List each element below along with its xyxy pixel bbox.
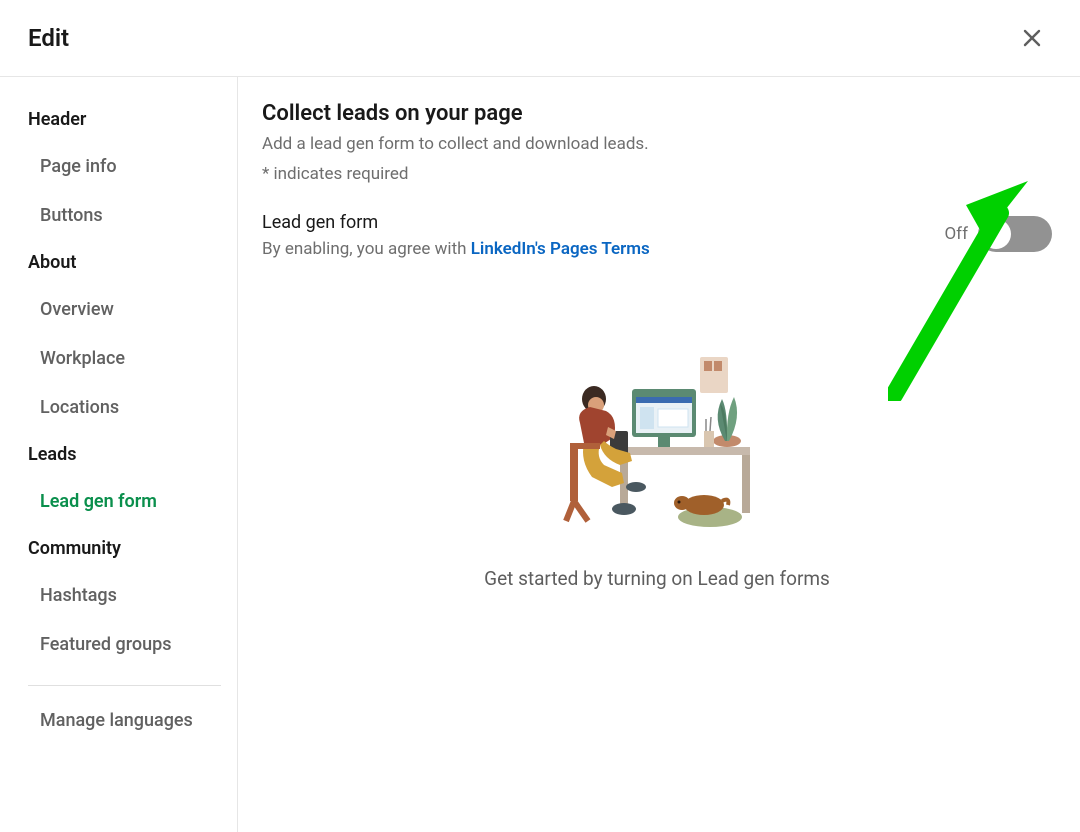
content-title: Collect leads on your page [262,101,1052,126]
modal-header: Edit [0,0,1080,77]
lead-gen-form-label: Lead gen form [262,212,924,233]
sidebar: Header Page info Buttons About Overview … [0,77,238,832]
sidebar-item-workplace[interactable]: Workplace [28,336,221,381]
empty-state-text: Get started by turning on Lead gen forms [484,567,830,590]
toggle-state-label: Off [944,224,968,244]
empty-state: Get started by turning on Lead gen forms [262,349,1052,590]
edit-modal: Edit Header Page info Buttons About Over… [0,0,1080,832]
sidebar-item-locations[interactable]: Locations [28,385,221,430]
sidebar-item-featured-groups[interactable]: Featured groups [28,622,221,667]
sidebar-item-manage-languages[interactable]: Manage languages [28,698,221,743]
toggle-wrap: Off [944,216,1052,252]
empty-state-illustration [552,349,762,539]
content-description: Add a lead gen form to collect and downl… [262,134,1052,154]
required-indicator-note: * indicates required [262,164,1052,184]
sidebar-divider [28,685,221,686]
close-icon [1020,26,1044,50]
lead-gen-toggle-row: Lead gen form By enabling, you agree wit… [262,212,1052,259]
pages-terms-link[interactable]: LinkedIn's Pages Terms [471,239,650,259]
content-panel: Collect leads on your page Add a lead ge… [238,77,1080,832]
sidebar-section-leads: Leads [28,434,221,475]
close-button[interactable] [1012,18,1052,58]
modal-title: Edit [28,24,69,52]
sidebar-section-about: About [28,242,221,283]
sidebar-section-community: Community [28,528,221,569]
lead-gen-form-subtext: By enabling, you agree with LinkedIn's P… [262,239,924,259]
sidebar-item-hashtags[interactable]: Hashtags [28,573,221,618]
sidebar-section-header: Header [28,99,221,140]
lead-gen-toggle[interactable] [978,216,1052,252]
modal-body: Header Page info Buttons About Overview … [0,77,1080,832]
sidebar-item-page-info[interactable]: Page info [28,144,221,189]
lead-gen-toggle-text: Lead gen form By enabling, you agree wit… [262,212,924,259]
terms-prefix: By enabling, you agree with [262,239,471,259]
sidebar-item-overview[interactable]: Overview [28,287,221,332]
toggle-knob [981,219,1011,249]
sidebar-item-buttons[interactable]: Buttons [28,193,221,238]
sidebar-item-lead-gen-form[interactable]: Lead gen form [28,479,221,524]
